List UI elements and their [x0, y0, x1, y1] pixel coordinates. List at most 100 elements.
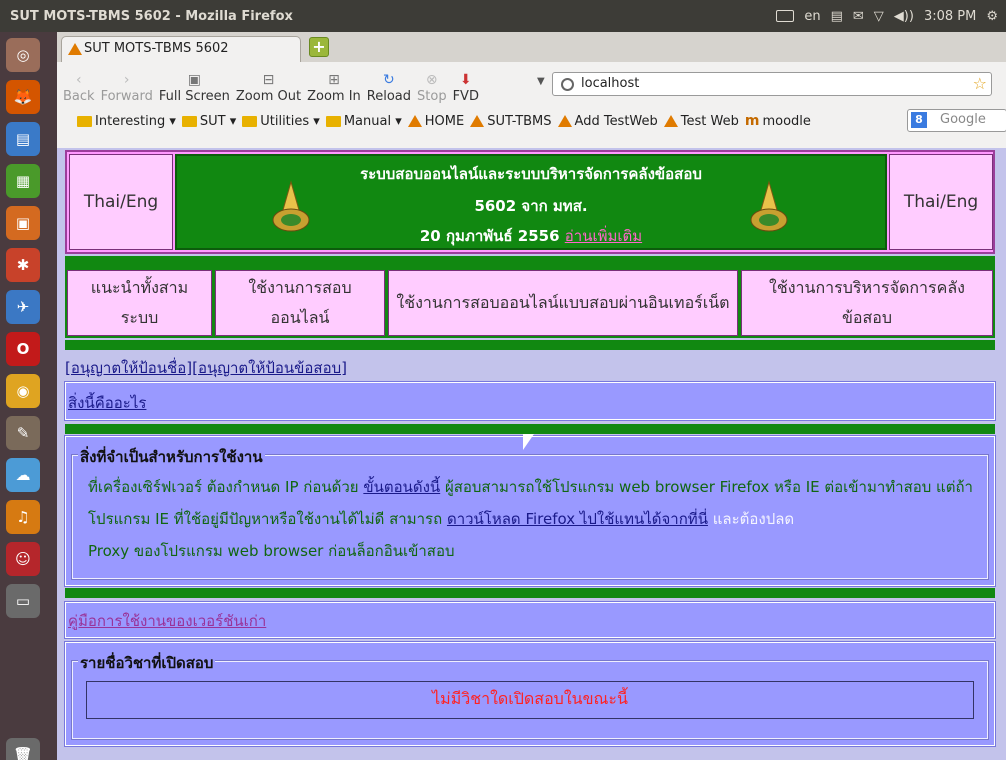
forward-arrow-icon: ›	[123, 72, 130, 88]
trash-icon[interactable]: 🗑	[6, 738, 40, 760]
bookmark-item[interactable]: Manual ▾	[325, 114, 402, 129]
sut-favicon-icon	[557, 115, 572, 127]
green-divider	[65, 256, 995, 268]
url-text: localhost	[581, 76, 640, 91]
gear-icon[interactable]: ⚙	[986, 9, 998, 24]
release-date-line: 20 กุมภาพันธ์ 2556 อ่านเพิ่มเติม	[419, 227, 643, 245]
launcher: ◎ 🦊 ▤ ▦ ▣ ✱ ✈ O ◉ ✎ ☁ ♫ ☺ ▭ 🗑	[0, 32, 57, 760]
network-icon[interactable]: ▽	[874, 9, 884, 24]
courses-box: รายชื่อวิชาที่เปิดสอบ ไม่มีวิชาใดเปิดสอบ…	[64, 641, 996, 747]
firefox-icon[interactable]: 🦊	[6, 80, 40, 114]
chat-icon[interactable]: ☺	[6, 542, 40, 576]
bookmark-item[interactable]: Utilities ▾	[242, 114, 320, 129]
gimp-icon[interactable]: ✎	[6, 416, 40, 450]
menu-online-exam[interactable]: ใช้งานการสอบออนไลน์	[215, 270, 385, 336]
what-is-this-link[interactable]: สิ่งนี้คืออะไร	[68, 394, 146, 412]
courses-legend: รายชื่อวิชาที่เปิดสอบ	[78, 651, 216, 675]
google-icon: 8	[911, 112, 927, 128]
system-title: ระบบสอบออนไลน์และระบบบริหารจัดการคลังข้อ…	[360, 165, 702, 183]
search-box[interactable]: 8 Google	[907, 109, 1006, 132]
sut-favicon-icon	[407, 115, 422, 127]
keyboard-icon[interactable]	[776, 10, 795, 22]
search-placeholder: Google	[940, 112, 986, 127]
no-courses-message: ไม่มีวิชาใดเปิดสอบในขณะนี้	[86, 681, 974, 719]
mouse-cursor-icon	[523, 434, 534, 450]
download-icon: ⬇	[459, 72, 472, 88]
bookmark-item[interactable]: SUT-TBMS	[470, 114, 552, 129]
battery-icon[interactable]: ▤	[831, 9, 843, 24]
zoom-out-icon: ⊟	[262, 72, 275, 88]
bookmark-item[interactable]: m moodle	[745, 113, 811, 129]
bookmark-item[interactable]: Add TestWeb	[557, 114, 658, 129]
folder-icon	[77, 115, 92, 127]
tools-icon[interactable]: ✱	[6, 248, 40, 282]
menu-intro[interactable]: แนะนำทั้งสามระบบ	[67, 270, 212, 336]
zoom-out-button[interactable]: ⊟ Zoom Out	[236, 71, 301, 104]
zoom-in-icon: ⊞	[328, 72, 340, 88]
url-bar[interactable]: localhost ☆	[552, 72, 992, 96]
steps-link[interactable]: ขั้นตอนดังนี้	[363, 478, 440, 496]
folder-icon	[242, 115, 258, 127]
menu-internet-exam[interactable]: ใช้งานการสอบออนไลน์แบบสอบผ่านอินเทอร์เน็…	[388, 270, 738, 336]
back-arrow-icon: ‹	[75, 72, 82, 88]
thai-eng-toggle-right[interactable]: Thai/Eng	[889, 154, 993, 250]
chrome-icon[interactable]: ◉	[6, 374, 40, 408]
media-icon[interactable]: ♫	[6, 500, 40, 534]
requirements-legend: สิ่งที่จำเป็นสำหรับการใช้งาน	[78, 445, 265, 469]
zoom-in-button[interactable]: ⊞ Zoom In	[307, 71, 361, 104]
calc-icon[interactable]: ▦	[6, 164, 40, 198]
thai-eng-toggle-left[interactable]: Thai/Eng	[69, 154, 173, 250]
ubuntu-one-icon[interactable]: ☁	[6, 458, 40, 492]
bookmark-item[interactable]: Interesting ▾	[77, 114, 176, 129]
workspace-icon[interactable]: ▭	[6, 584, 40, 618]
green-divider	[65, 424, 995, 434]
fullscreen-icon: ▣	[187, 72, 201, 88]
impress-icon[interactable]: ▣	[6, 206, 40, 240]
new-tab-button[interactable]: +	[309, 37, 329, 57]
keyboard-layout[interactable]: en	[804, 9, 820, 24]
read-more-link[interactable]: อ่านเพิ่มเติม	[565, 227, 642, 245]
opera-icon[interactable]: O	[6, 332, 40, 366]
tab-sut-mots[interactable]: SUT MOTS-TBMS 5602	[61, 36, 301, 62]
reload-button[interactable]: ↻ Reload	[367, 71, 411, 104]
green-divider	[65, 588, 995, 598]
tab-bar: SUT MOTS-TBMS 5602 +	[57, 32, 1006, 62]
fvd-button[interactable]: ⬇ FVD	[453, 71, 479, 104]
bookmark-item[interactable]: Test Web	[663, 114, 739, 129]
clock[interactable]: 3:08 PM	[924, 9, 976, 24]
nav-toolbar: ‹ Back › Forward ▣ Full Screen ⊟ Zoom Out ⊞ Z…	[57, 62, 1006, 108]
back-button[interactable]: ‹ Back	[63, 71, 95, 104]
permission-links: [อนุญาตให้ป้อนชื่อ][อนุญาตให้ป้อนข้อสอบ]	[65, 356, 347, 380]
what-is-this-box: สิ่งนี้คืออะไร	[64, 381, 996, 421]
window-title: SUT MOTS-TBMS 5602 - Mozilla Firefox	[10, 8, 293, 24]
system-version: 5602 จาก มทส.	[474, 197, 588, 215]
site-header: Thai/Eng ระบบสอบออนไลน์และระบบบริหารจัดก…	[65, 150, 995, 254]
thunderbird-icon[interactable]: ✈	[6, 290, 40, 324]
allow-exam-link[interactable]: [อนุญาตให้ป้อนข้อสอบ]	[192, 359, 347, 377]
volume-icon[interactable]: ◀))	[894, 9, 914, 24]
top-panel: SUT MOTS-TBMS 5602 - Mozilla Firefox en …	[0, 0, 1006, 32]
writer-icon[interactable]: ▤	[6, 122, 40, 156]
bookmarks-toolbar: Interesting ▾ SUT ▾ Utilities ▾ Manual ▾ HOM…	[57, 108, 1006, 134]
allow-name-link[interactable]: [อนุญาตให้ป้อนชื่อ]	[65, 359, 192, 377]
mail-icon[interactable]: ✉	[853, 9, 864, 24]
stop-icon: ⊗	[425, 72, 438, 88]
bookmark-star-icon[interactable]: ☆	[973, 74, 987, 93]
forward-button[interactable]: › Forward	[101, 71, 153, 104]
menu-exam-bank[interactable]: ใช้งานการบริหารจัดการคลังข้อสอบ	[741, 270, 993, 336]
url-history-dropdown-icon[interactable]: ▼	[537, 76, 545, 87]
main-menu: แนะนำทั้งสามระบบ ใช้งานการสอบออนไลน์ ใช้…	[65, 268, 995, 338]
page-content: Thai/Eng ระบบสอบออนไลน์และระบบบริหารจัดก…	[57, 148, 1006, 760]
fullscreen-button[interactable]: ▣ Full Screen	[159, 71, 230, 104]
sut-favicon-icon	[470, 115, 485, 127]
stop-button[interactable]: ⊗ Stop	[417, 71, 447, 104]
old-manual-link[interactable]: คู่มือการใช้งานของเวอร์ชันเก่า	[68, 612, 266, 630]
bookmark-item[interactable]: HOME	[407, 114, 464, 129]
requirements-text: ที่เครื่องเซิร์ฟเวอร์ ต้องกำหนด IP ก่อนด…	[88, 478, 973, 560]
download-firefox-link[interactable]: ดาวน์โหลด Firefox ไปใช้แทนได้จากที่นี่	[447, 510, 708, 528]
dash-icon[interactable]: ◎	[6, 38, 40, 72]
bookmark-item[interactable]: SUT ▾	[181, 114, 236, 129]
sut-favicon-icon	[663, 115, 678, 127]
folder-icon	[325, 115, 341, 127]
sut-favicon-icon	[68, 43, 82, 55]
